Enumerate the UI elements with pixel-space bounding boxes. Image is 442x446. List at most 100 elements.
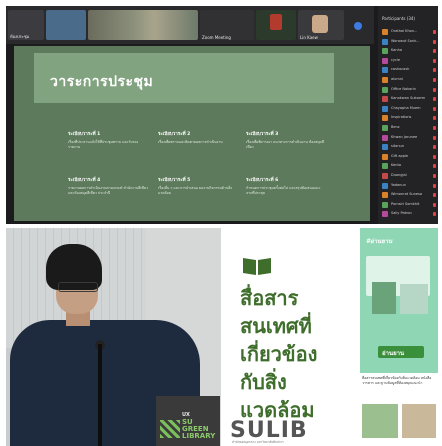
participant-row[interactable]: Kanha [382, 47, 436, 55]
book-cover-image [400, 284, 428, 314]
muted-mic-icon [433, 58, 436, 63]
participant-avatar [382, 105, 388, 112]
participant-row[interactable]: Inspirations [382, 114, 436, 122]
muted-mic-icon [433, 30, 436, 34]
muted-mic-icon [433, 78, 436, 82]
participant-name: Chayapha Muem [391, 105, 421, 110]
muted-mic-icon [433, 164, 436, 169]
participant-row[interactable]: cashocash [382, 66, 436, 74]
agenda-item: ระเบียบวาระที่ 4 รายงานผลการดำเนินงานตาม… [68, 176, 148, 196]
thumbnail-label: ห้องประชุม [10, 34, 30, 39]
thumbnail-label: Zoom Meeting [202, 35, 231, 40]
video-thumbnail[interactable] [46, 10, 86, 40]
video-thumbnail[interactable]: Lin Kaew [298, 10, 344, 40]
participant-avatar [382, 96, 388, 103]
agenda-heading: ระเบียบวาระที่ 1 [68, 132, 101, 137]
sulib-subtitle: สำนักหอสมุดกลาง มหาวิทยาลัยศิลปากร [232, 440, 284, 444]
muted-mic-icon [433, 145, 436, 150]
speaker-photo: UX SU GREEN LIBRARY [6, 228, 221, 446]
participant-row[interactable]: Yadanun [382, 182, 436, 190]
agenda-heading: ระเบียบวาระที่ 6 [246, 178, 279, 183]
participant-row[interactable]: Kenta [382, 162, 436, 170]
participant-name: Wimonrat Sunesa [391, 192, 422, 197]
participant-avatar [382, 144, 388, 151]
video-thumbnail-group-room[interactable] [88, 10, 198, 40]
muted-mic-icon [433, 49, 436, 54]
participant-avatar [382, 77, 388, 83]
participant-avatar [382, 134, 388, 141]
participant-row[interactable]: Chayapha Muem [382, 105, 436, 113]
participant-avatar [382, 163, 388, 170]
agenda-heading: ระเบียบวาระที่ 3 [246, 132, 279, 137]
screen-share-indicator-icon[interactable] [354, 22, 362, 30]
participant-face [312, 15, 328, 33]
agenda-item: ระเบียบวาระที่ 1 เรื่องที่ประธานแจ้งให้ท… [68, 130, 148, 150]
participant-name: sitanun [391, 144, 404, 149]
muted-mic-icon [433, 126, 436, 130]
muted-mic-icon [433, 39, 436, 44]
participant-name: Kanokwan Sukserm [391, 96, 426, 101]
participant-row[interactable]: Sally Patron [382, 210, 436, 218]
participant-avatar [382, 115, 388, 122]
participant-row[interactable]: Gift apple [382, 153, 436, 161]
microphone-stand [98, 344, 102, 446]
participant-row[interactable]: alumni [382, 76, 436, 84]
participant-avatar [382, 125, 388, 131]
muted-mic-icon [433, 97, 436, 102]
su-green-library-logo-icon [160, 420, 180, 438]
video-thumbnail[interactable] [256, 10, 296, 40]
thumbnail-label: Lin Kaew [300, 35, 318, 40]
participant-avatar [382, 57, 388, 64]
participant-row[interactable]: Duangjai [382, 172, 436, 180]
muted-mic-icon [433, 183, 436, 188]
participant-name: Kenta [391, 163, 402, 168]
participant-row[interactable]: Orathai Khon... [382, 28, 436, 36]
agenda-item: ระเบียบวาระที่ 6 กำหนดการประชุมครั้งต่อไ… [246, 176, 326, 196]
participant-name: Benz [391, 125, 400, 129]
agenda-item: ระเบียบวาระที่ 2 เรื่องเพื่อทราบและติดตา… [158, 130, 238, 145]
participant-avatar [382, 153, 388, 160]
participant-row[interactable]: Benz [382, 124, 436, 132]
participant-row[interactable]: Wimonrat Sunesa [382, 191, 436, 199]
participant-name: cycle [391, 57, 401, 62]
agenda-body: กำหนดการประชุมครั้งต่อไป และสรุปข้อเสนอแ… [246, 186, 321, 195]
agenda-heading: ระเบียบวาระที่ 4 [68, 178, 101, 183]
muted-mic-icon [433, 193, 436, 198]
participant-avatar [382, 201, 388, 208]
participant-name: Khwan Jarunee [391, 134, 418, 139]
participant-row[interactable]: cycle [382, 57, 436, 65]
card-caption: สื่อสารสนเทศที่เกี่ยวข้องกับสิ่งแวดล้อม … [362, 376, 432, 385]
video-thumbnail[interactable]: Zoom Meeting [200, 10, 254, 40]
card-tag-text: อ่านยาน [382, 350, 405, 357]
agenda-body: เรื่องที่ประธานแจ้งให้ที่ประชุมทราบ และร… [68, 140, 139, 149]
slide-header: วาระการประชุม [34, 53, 334, 103]
participant-row[interactable]: sitanun [382, 143, 436, 151]
participant-row[interactable]: Kanokwan Sukserm [382, 95, 436, 103]
video-thumbnail[interactable]: ห้องประชุม [8, 10, 44, 40]
agenda-body: เรื่องอื่น ๆ และการนำเสนอ ผลงานกิจกรรมด้… [158, 186, 233, 195]
muted-mic-icon [433, 87, 436, 92]
sticker-text: SU GREEN LIBRARY [182, 418, 216, 440]
glasses [58, 282, 98, 292]
muted-mic-icon [433, 154, 436, 159]
slide-title: วาระการประชุม [50, 74, 154, 90]
university-logo [270, 14, 282, 30]
participant-name: Pornsiri Somkhit [391, 201, 420, 206]
participant-row[interactable]: Office Nakarin [382, 86, 436, 94]
video-thumbnail-strip: ห้องประชุม Zoom Meeting Lin Kaew [6, 6, 374, 44]
participant-avatar [382, 38, 388, 45]
participant-row[interactable]: Pornsiri Somkhit [382, 201, 436, 209]
muted-mic-icon [433, 212, 436, 217]
participant-name: Sally Patron [391, 211, 412, 216]
muted-mic-icon [433, 135, 436, 140]
muted-mic-icon [433, 106, 436, 111]
participant-row[interactable]: Khwan Jarunee [382, 134, 436, 142]
agenda-heading: ระเบียบวาระที่ 2 [158, 132, 191, 137]
agenda-item: ระเบียบวาระที่ 5 เรื่องอื่น ๆ และการนำเส… [158, 176, 238, 196]
participant-row[interactable]: Worawut Sonk... [382, 38, 436, 46]
zoom-meeting-window: ห้องประชุม Zoom Meeting Lin Kaew วาระการ… [6, 6, 438, 224]
participant-name: Duangjai [391, 173, 407, 177]
agenda-body: เรื่องเพื่อพิจารณา แนวทางการดำเนินงาน ห้… [246, 140, 324, 149]
participant-name: alumni [391, 77, 403, 81]
muted-mic-icon [433, 116, 436, 121]
